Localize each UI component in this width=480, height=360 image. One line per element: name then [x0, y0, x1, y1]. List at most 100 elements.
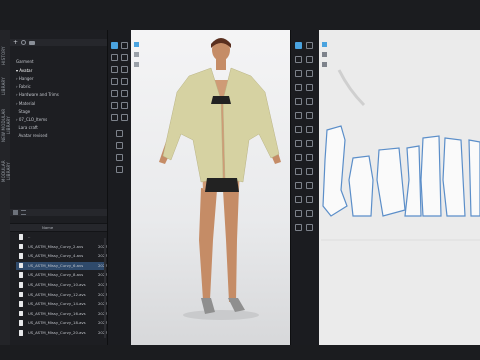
2d-pattern-window[interactable] [319, 30, 480, 345]
file-row[interactable]: US_ASTM_Missy_Curvy_2.avs 2023 [16, 243, 108, 251]
file-row[interactable]: US_ASTM_Missy_Curvy_20.avs 2023 [16, 329, 108, 337]
tab-library[interactable]: LIBRARY [1, 74, 9, 98]
file-icon [19, 234, 23, 240]
grain-line-icon[interactable] [295, 126, 302, 133]
tree-label: Avatar revised [18, 133, 48, 138]
puckering-tool-icon[interactable] [295, 196, 302, 203]
shrinkage-tool-icon[interactable] [295, 210, 302, 217]
tree-item-avatar[interactable]: ▾ Avatar [16, 67, 32, 74]
measure-tool-icon[interactable] [111, 66, 118, 73]
tree-item-fabric[interactable]: › Fabric [16, 83, 31, 90]
tree-label: Material [18, 101, 36, 106]
tree-item-lara-craft[interactable]: Lara craft [16, 124, 38, 131]
column-name[interactable]: Name [42, 224, 53, 231]
pattern-pieces [321, 42, 480, 241]
symmetry-tool-icon[interactable] [295, 182, 302, 189]
elastic-tool-icon[interactable] [306, 196, 313, 203]
tree-label: Stage [18, 109, 31, 114]
edit-pattern-icon[interactable] [295, 42, 302, 49]
tack-tool-icon[interactable] [295, 112, 302, 119]
button-tool-icon[interactable] [111, 102, 118, 109]
pattern-view-icon [322, 42, 327, 47]
trace-tool-icon[interactable] [306, 140, 313, 147]
fold-tool-icon[interactable] [111, 54, 118, 61]
move-tool-icon[interactable] [121, 42, 128, 49]
tree-item-garment[interactable]: Garment [16, 58, 34, 65]
pleat-tool-icon[interactable] [306, 112, 313, 119]
tree-item-stage[interactable]: Stage [16, 108, 31, 115]
pin-tool-icon[interactable] [121, 54, 128, 61]
tree-label: 07_CLO_Items [18, 117, 48, 122]
segment-sewing-icon[interactable] [295, 98, 302, 105]
file-row[interactable]: US_ASTM_Missy_Curvy_16.avs 2023 [16, 310, 108, 318]
file-row[interactable]: US_ASTM_Missy_Curvy_6.avs 2023 [16, 261, 108, 270]
free-sewing-icon[interactable] [306, 98, 313, 105]
library-panel: + Garment ▾ Avatar › Hanger › Fabric › H… [10, 30, 108, 345]
folder-icon[interactable] [29, 40, 35, 45]
globe-icon[interactable] [21, 40, 26, 45]
file-row[interactable]: US_ASTM_Missy_Curvy_12.avs 2023 [16, 291, 108, 299]
file-name: US_ASTM_Missy_Curvy_6.avs [28, 262, 84, 268]
arrangement-tool-icon[interactable] [111, 78, 118, 85]
pressure-tool-icon[interactable] [116, 154, 123, 161]
internal-line-icon[interactable] [306, 70, 313, 77]
file-row[interactable]: US_ASTM_Missy_Curvy_14.avs 2023 [16, 300, 108, 308]
pattern-layer-icon [322, 62, 327, 67]
list-view-icon[interactable] [21, 210, 26, 215]
texture-tool-icon[interactable] [121, 90, 128, 97]
flip-tool-icon[interactable] [306, 182, 313, 189]
file-name: US_ASTM_Missy_Curvy_10.avs [28, 282, 86, 287]
ruler-tool-icon[interactable] [295, 154, 302, 161]
file-name: .. [28, 234, 31, 239]
file-list-header: Name [10, 223, 107, 232]
light-icon [134, 62, 139, 67]
text-tool-icon[interactable] [306, 154, 313, 161]
tree-item-avatar-revised[interactable]: Avatar revised [16, 132, 48, 139]
tab-history[interactable]: HISTORY [1, 42, 9, 70]
file-name: US_ASTM_Missy_Curvy_14.avs [28, 301, 86, 307]
tree-item-hardware[interactable]: › Hardware and Trims [16, 91, 59, 98]
tree-item-clo-items[interactable]: › 07_CLO_Items [16, 116, 47, 123]
rectangle-tool-icon[interactable] [306, 56, 313, 63]
seam-allowance-icon[interactable] [306, 126, 313, 133]
dart-tool-icon[interactable] [295, 84, 302, 91]
topstitch-tool-icon[interactable] [111, 114, 118, 121]
zipper-tool-icon[interactable] [121, 102, 128, 109]
notch-tool-icon[interactable] [295, 140, 302, 147]
select-tool-icon[interactable] [111, 42, 118, 49]
annotation-tool-icon[interactable] [295, 168, 302, 175]
file-list-scrollbar[interactable] [104, 238, 106, 338]
file-icon [19, 243, 23, 250]
grid-view-icon[interactable] [13, 210, 18, 215]
file-row[interactable]: US_ASTM_Missy_Curvy_10.avs 2023 [16, 281, 108, 289]
tape-tool-icon[interactable] [121, 66, 128, 73]
strain-tool-icon[interactable] [116, 142, 123, 149]
3d-viewport[interactable] [131, 30, 290, 345]
avatar-tool-icon[interactable] [111, 90, 118, 97]
file-row[interactable]: US_ASTM_Missy_Curvy_8.avs 2023 [16, 271, 108, 279]
file-name: US_ASTM_Missy_Curvy_12.avs [28, 291, 86, 297]
tab-modular-library[interactable]: MODULAR LIBRARY [1, 152, 11, 190]
grading-tool-icon[interactable] [306, 224, 313, 231]
fold-line-icon[interactable] [306, 84, 313, 91]
camera-icon [134, 52, 139, 57]
fitting-tool-icon[interactable] [116, 130, 123, 137]
export-tool-icon[interactable] [295, 224, 302, 231]
polygon-tool-icon[interactable] [295, 56, 302, 63]
trim-tool-icon[interactable] [121, 114, 128, 121]
size-tool-icon[interactable] [306, 210, 313, 217]
transform-pattern-icon[interactable] [306, 42, 313, 49]
tree-item-material[interactable]: › Material [16, 100, 35, 107]
graphic-tool-icon[interactable] [306, 168, 313, 175]
tab-new-modular-library[interactable]: NEW MODULAR LIBRARY [1, 102, 11, 148]
file-row[interactable]: US_ASTM_Missy_Curvy_4.avs 2023 [16, 252, 108, 260]
tree-item-hanger[interactable]: › Hanger [16, 75, 34, 82]
add-icon[interactable]: + [13, 39, 19, 46]
circle-tool-icon[interactable] [295, 70, 302, 77]
file-name: US_ASTM_Missy_Curvy_2.avs [28, 243, 84, 249]
render-tool-icon[interactable] [116, 166, 123, 173]
simulate-tool-icon[interactable] [121, 78, 128, 85]
file-row[interactable]: .. [16, 233, 106, 241]
app-window: Library [st draft blazer.zprj] 2D Patter… [0, 0, 480, 360]
file-row[interactable]: US_ASTM_Missy_Curvy_18.avs 2023 [16, 319, 108, 327]
